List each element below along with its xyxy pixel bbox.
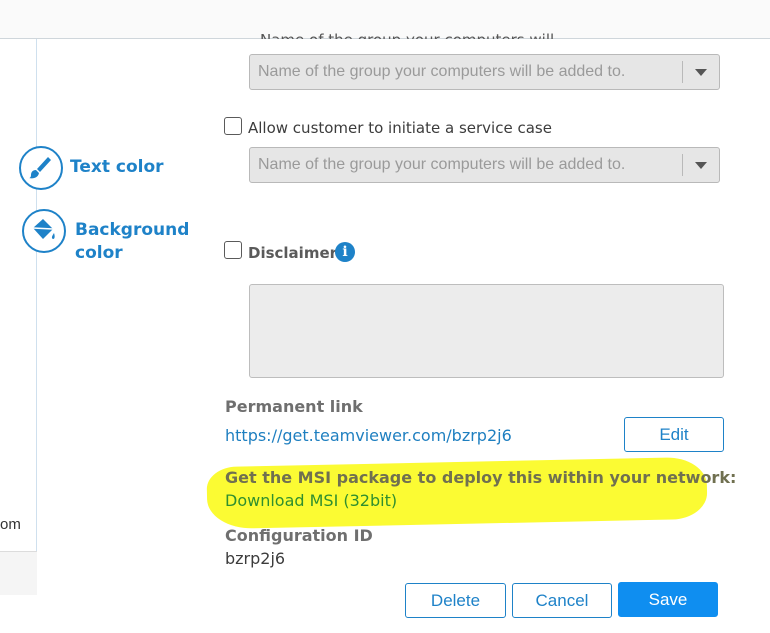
allow-service-case-checkbox[interactable] xyxy=(224,117,242,135)
disclaimer-checkbox[interactable] xyxy=(224,241,242,259)
disclaimer-textarea[interactable] xyxy=(249,284,724,378)
select-divider xyxy=(682,61,683,83)
chevron-down-icon[interactable] xyxy=(695,69,707,76)
group-select-1[interactable]: Name of the group your computers will be… xyxy=(249,54,720,90)
text-color-option[interactable]: Text color xyxy=(19,146,169,192)
left-panel-footer xyxy=(0,552,37,595)
left-panel xyxy=(0,39,37,595)
brush-icon xyxy=(19,146,63,190)
allow-service-case-label: Allow customer to initiate a service cas… xyxy=(248,119,552,137)
text-color-label: Text color xyxy=(70,157,164,177)
save-button[interactable]: Save xyxy=(618,582,718,617)
download-msi-link[interactable]: Download MSI (32bit) xyxy=(225,491,397,510)
permanent-link-url[interactable]: https://get.teamviewer.com/bzrp2j6 xyxy=(225,426,512,445)
chevron-down-icon[interactable] xyxy=(695,162,707,169)
left-panel-partial-text: om xyxy=(0,516,21,533)
msi-title: Get the MSI package to deploy this withi… xyxy=(225,468,737,487)
group-select-2-placeholder: Name of the group your computers will be… xyxy=(258,156,626,173)
group-select-1-placeholder: Name of the group your computers will be… xyxy=(258,63,626,80)
info-icon[interactable]: i xyxy=(335,242,355,262)
select-divider xyxy=(682,154,683,176)
background-color-label-line1: Background xyxy=(75,220,190,240)
configuration-id-value: bzrp2j6 xyxy=(225,549,286,568)
edit-button[interactable]: Edit xyxy=(624,417,724,452)
delete-button[interactable]: Delete xyxy=(405,583,506,618)
permanent-link-title: Permanent link xyxy=(225,397,363,416)
configuration-id-title: Configuration ID xyxy=(225,526,373,545)
cancel-button[interactable]: Cancel xyxy=(512,583,612,618)
disclaimer-label: Disclaimer xyxy=(248,244,338,262)
group-select-2[interactable]: Name of the group your computers will be… xyxy=(249,147,720,183)
cut-off-label: Name of the group your computers will be… xyxy=(260,25,560,39)
background-color-option[interactable]: Background color xyxy=(22,209,189,269)
background-color-label-line2: color xyxy=(75,243,123,263)
paint-bucket-icon xyxy=(22,209,66,253)
